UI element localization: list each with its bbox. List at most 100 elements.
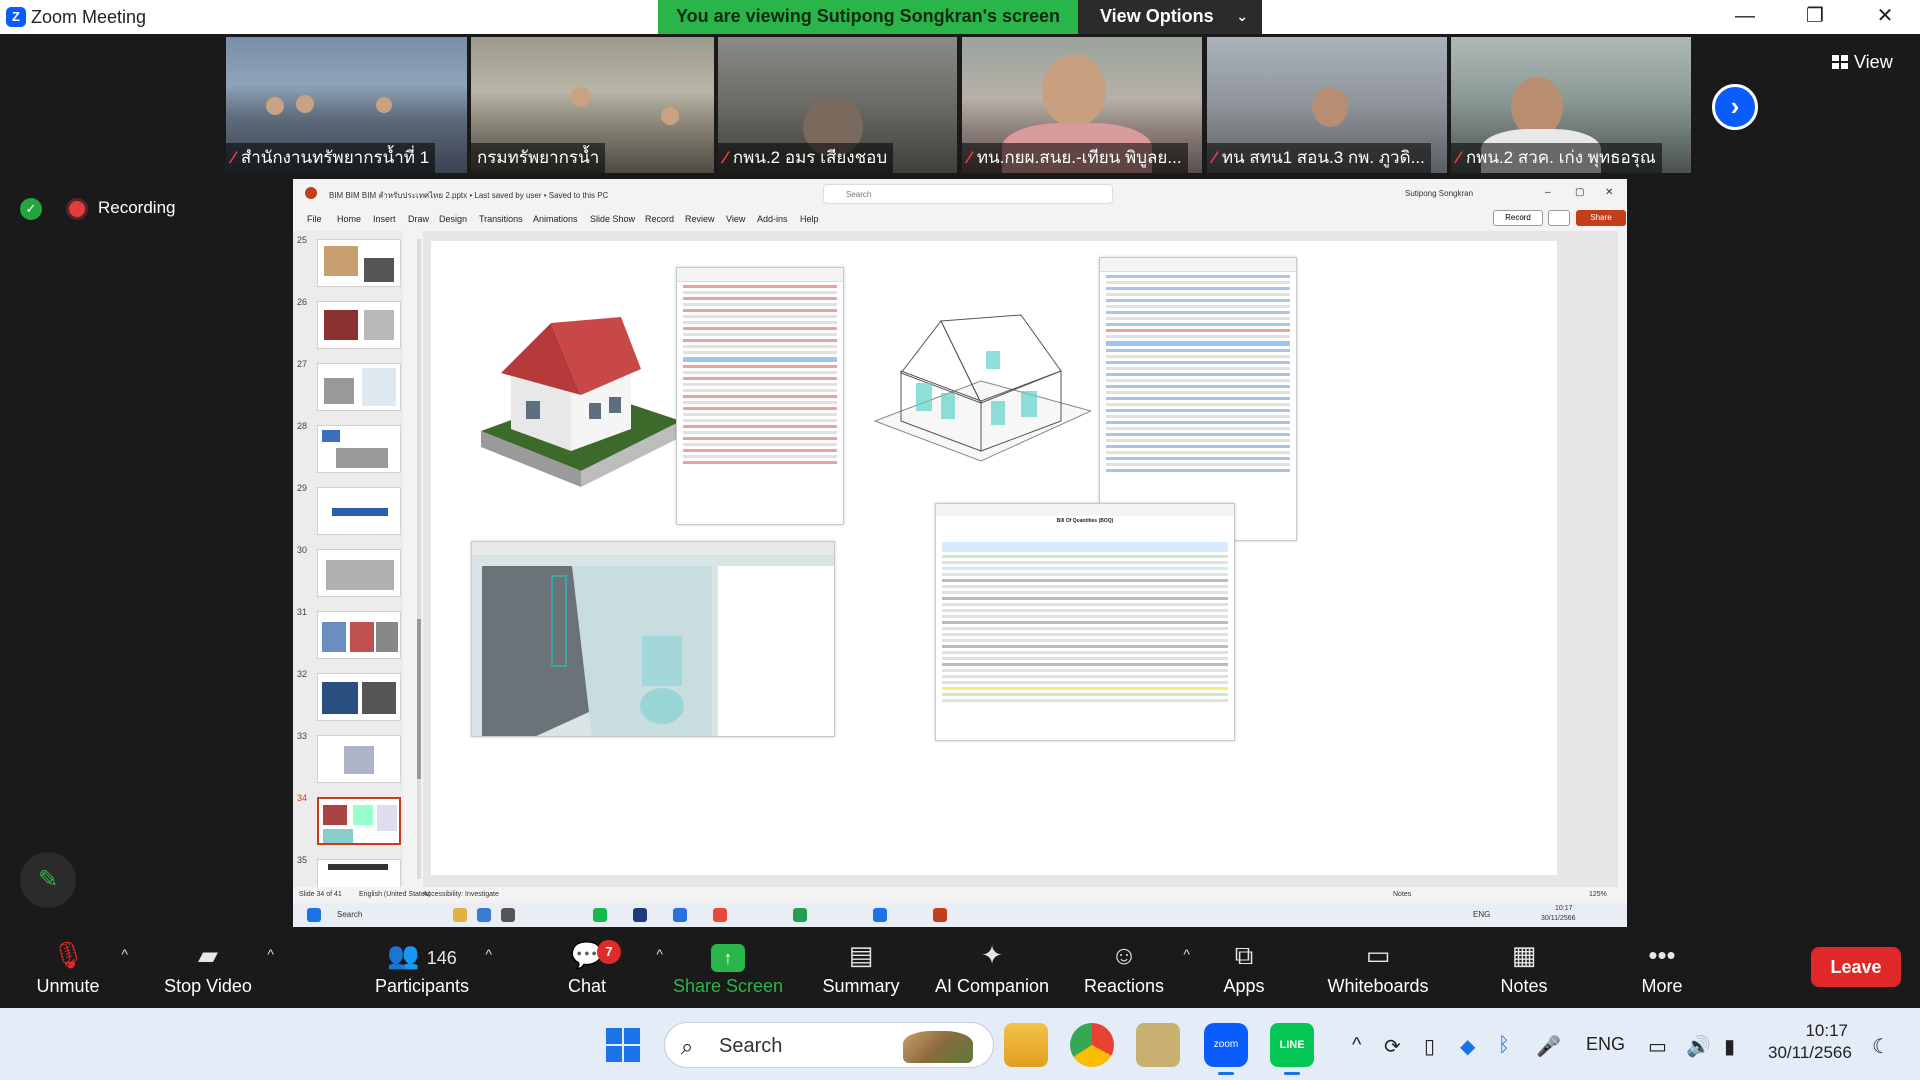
menu-addins[interactable]: Add-ins xyxy=(757,214,788,224)
taskbar-clock[interactable]: 10:17 30/11/2566 xyxy=(1768,1020,1852,1064)
volume-icon[interactable]: 🔊 xyxy=(1686,1034,1711,1059)
close-icon[interactable]: ✕ xyxy=(1850,0,1920,34)
usb-icon[interactable]: ▯ xyxy=(1424,1034,1435,1059)
slide-thumbnail[interactable]: 33 xyxy=(293,731,403,791)
app-icon[interactable] xyxy=(793,908,807,922)
video-tile[interactable]: ⁄ สำนักงานทรัพยากรน้ำที่ 1 xyxy=(226,37,467,173)
ai-companion-button[interactable]: ✦ AI Companion xyxy=(924,936,1060,1006)
start-icon[interactable] xyxy=(307,908,321,922)
slide-thumbnail[interactable]: 28 xyxy=(293,421,403,481)
apps-button[interactable]: ⧉ Apps xyxy=(1184,936,1304,1006)
reactions-button[interactable]: ☺ Reactions ^ xyxy=(1064,936,1190,1006)
menu-animations[interactable]: Animations xyxy=(533,214,578,224)
taskbar-search[interactable]: ⌕ Search xyxy=(664,1022,994,1068)
comments-icon[interactable] xyxy=(1548,210,1570,226)
participants-button[interactable]: 👥 146 Participants ^ xyxy=(362,936,492,1006)
video-tile[interactable]: ⁄ กพน.2 สวค. เก่ง พุทธอรุณ xyxy=(1451,37,1691,173)
app-icon[interactable] xyxy=(453,908,467,922)
view-options-button[interactable]: View Options ⌄ xyxy=(1078,0,1262,34)
menu-home[interactable]: Home xyxy=(337,214,361,224)
menu-view[interactable]: View xyxy=(726,214,745,224)
defender-icon[interactable]: ◆ xyxy=(1460,1034,1475,1059)
stop-video-button[interactable]: ▰ Stop Video ^ xyxy=(148,936,274,1006)
zoom-level[interactable]: 125% xyxy=(1589,891,1607,898)
share-button[interactable]: Share xyxy=(1576,210,1626,226)
slide-thumbnail-selected[interactable]: 34 xyxy=(293,793,403,853)
chevron-up-icon[interactable]: ^ xyxy=(485,946,492,962)
video-tile-active-speaker[interactable]: กรมทรัพยากรน้ำ xyxy=(471,37,714,173)
app-icon[interactable] xyxy=(873,908,887,922)
battery-icon[interactable]: ▮ xyxy=(1724,1034,1735,1059)
slide-thumbnail[interactable]: 26 xyxy=(293,297,403,357)
app-icon[interactable] xyxy=(501,908,515,922)
video-tile[interactable]: ⁄ ทน.กยผ.สนย.-เทียน พิบูลย... xyxy=(962,37,1202,173)
close-icon[interactable]: ✕ xyxy=(1605,187,1613,198)
notification-icon[interactable]: ☾ xyxy=(1872,1034,1890,1059)
menu-design[interactable]: Design xyxy=(439,214,467,224)
menu-file[interactable]: File xyxy=(307,214,322,224)
chrome-icon[interactable] xyxy=(1070,1023,1114,1067)
security-shield-icon[interactable]: ✓ xyxy=(20,198,42,220)
more-button[interactable]: ••• More xyxy=(1602,936,1722,1006)
thumbnail-scrollbar[interactable] xyxy=(417,239,421,879)
notes-button[interactable]: ▦ Notes xyxy=(1464,936,1584,1006)
display-icon[interactable]: ▭ xyxy=(1648,1034,1667,1059)
unmute-button[interactable]: 🎙 Unmute ^ xyxy=(8,936,128,1006)
slide-thumbnail[interactable]: 31 xyxy=(293,607,403,667)
slide-thumbnail[interactable]: 27 xyxy=(293,359,403,419)
sync-icon[interactable]: ⟳ xyxy=(1384,1034,1401,1059)
video-tile[interactable]: ⁄ ทน สทน1 สอน.3 กพ. ภูวดิ... xyxy=(1207,37,1447,173)
summary-button[interactable]: ▤ Summary xyxy=(801,936,921,1006)
chat-button[interactable]: 💬 7 Chat ^ xyxy=(527,936,663,1006)
line-app-icon[interactable]: LINE xyxy=(1270,1023,1314,1075)
menu-draw[interactable]: Draw xyxy=(408,214,429,224)
slide-thumbnail[interactable]: 30 xyxy=(293,545,403,605)
language-indicator[interactable]: ENG xyxy=(1586,1034,1625,1055)
menu-help[interactable]: Help xyxy=(800,214,819,224)
powerpoint-taskbar-icon[interactable] xyxy=(933,908,947,922)
whiteboards-button[interactable]: ▭ Whiteboards xyxy=(1316,936,1440,1006)
scrollbar-thumb[interactable] xyxy=(417,619,421,779)
slide-thumbnail[interactable]: 32 xyxy=(293,669,403,729)
minimize-icon[interactable]: – xyxy=(1545,187,1551,198)
chevron-up-icon[interactable]: ^ xyxy=(267,946,274,962)
app-icon[interactable] xyxy=(633,908,647,922)
shared-screen[interactable]: BIM BIM BIM สำหรับประเทศไทย 2.pptx • Las… xyxy=(293,179,1627,927)
account-name: Sutipong Songkran xyxy=(1405,189,1474,198)
leave-button[interactable]: Leave xyxy=(1811,947,1901,987)
menu-record[interactable]: Record xyxy=(645,214,674,224)
restore-icon[interactable]: ▢ xyxy=(1575,187,1584,198)
menu-insert[interactable]: Insert xyxy=(373,214,396,224)
accessibility-status[interactable]: Accessibility: Investigate xyxy=(423,891,499,898)
app-icon[interactable] xyxy=(673,908,687,922)
bluetooth-icon[interactable]: ᛒ xyxy=(1498,1034,1510,1057)
windows-start-icon[interactable] xyxy=(606,1028,640,1062)
notes-toggle[interactable]: Notes xyxy=(1393,891,1411,898)
zoom-taskbar-icon[interactable]: zoom xyxy=(1204,1023,1248,1075)
view-button[interactable]: View xyxy=(1832,52,1893,73)
record-button[interactable]: Record xyxy=(1493,210,1543,226)
minimize-icon[interactable]: — xyxy=(1710,0,1780,34)
microphone-icon[interactable]: 🎤 xyxy=(1536,1034,1561,1059)
restore-icon[interactable]: ❐ xyxy=(1780,0,1850,34)
file-explorer-icon[interactable] xyxy=(1004,1023,1048,1067)
video-tile[interactable]: ⁄ กพน.2 อมร เสียงชอบ xyxy=(718,37,957,173)
slide-thumbnail[interactable]: 29 xyxy=(293,483,403,543)
app-icon[interactable] xyxy=(477,908,491,922)
chevron-up-icon[interactable]: ^ xyxy=(121,946,128,962)
next-page-button[interactable]: › xyxy=(1712,84,1758,130)
menu-slideshow[interactable]: Slide Show xyxy=(590,214,635,224)
menu-review[interactable]: Review xyxy=(685,214,715,224)
app-icon[interactable] xyxy=(713,908,727,922)
slide-thumbnail[interactable]: 25 xyxy=(293,235,403,295)
camera-app-icon[interactable] xyxy=(1136,1023,1180,1067)
remote-search[interactable]: Search xyxy=(337,910,362,919)
menu-transitions[interactable]: Transitions xyxy=(479,214,523,224)
show-hidden-icons-icon[interactable]: ^ xyxy=(1352,1034,1361,1057)
app-icon[interactable] xyxy=(593,908,607,922)
annotate-button[interactable]: ✎ xyxy=(20,852,76,908)
powerpoint-search[interactable]: Search xyxy=(823,184,1113,204)
current-slide[interactable]: Bill Of Quantities (BOQ) xyxy=(431,241,1557,875)
chevron-up-icon[interactable]: ^ xyxy=(656,946,663,962)
share-screen-button[interactable]: ↑ Share Screen xyxy=(668,936,788,1006)
